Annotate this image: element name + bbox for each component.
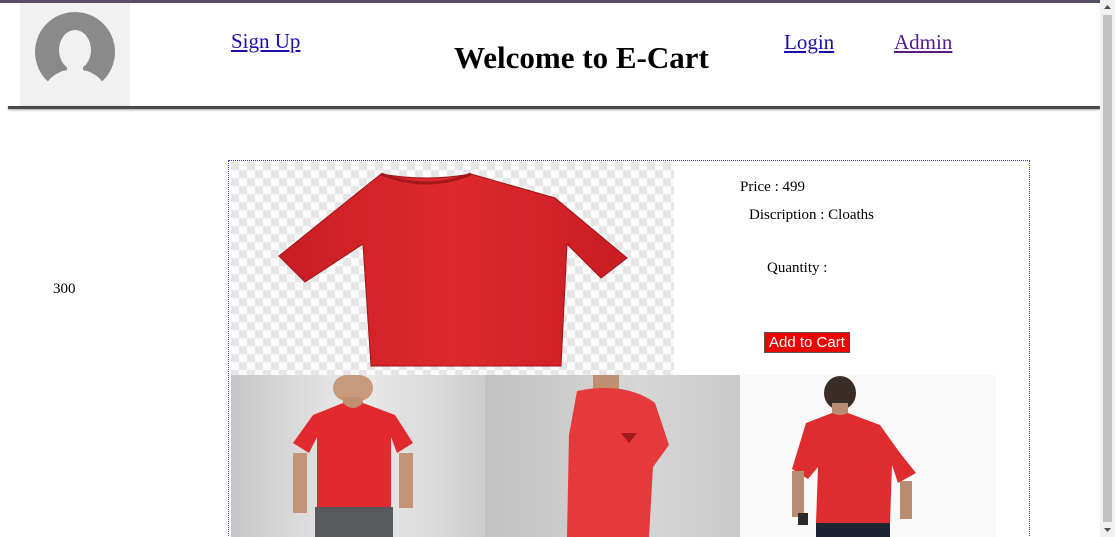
- scroll-up-icon[interactable]: [1100, 0, 1115, 15]
- product-thumbnail-front[interactable]: [231, 375, 485, 537]
- add-to-cart-button[interactable]: Add to Cart: [764, 332, 850, 353]
- product-thumbnail-back[interactable]: [740, 375, 996, 537]
- scrollbar-thumb[interactable]: [1103, 15, 1112, 522]
- header-divider: [8, 106, 1100, 109]
- product-price: Price : 499: [740, 179, 805, 195]
- side-value: 300: [53, 281, 76, 297]
- avatar: [20, 3, 130, 106]
- login-link[interactable]: Login: [784, 30, 834, 55]
- signup-link[interactable]: Sign Up: [231, 29, 300, 54]
- product-thumbnail-side[interactable]: [485, 375, 740, 537]
- page-title: Welcome to E-Cart: [454, 40, 709, 75]
- admin-link[interactable]: Admin: [894, 30, 952, 55]
- product-description: Discription : Cloaths: [749, 207, 874, 223]
- quantity-label: Quantity :: [767, 260, 828, 276]
- user-silhouette-icon: [20, 3, 130, 106]
- product-main-image: [231, 162, 674, 375]
- scroll-down-icon[interactable]: [1100, 522, 1115, 537]
